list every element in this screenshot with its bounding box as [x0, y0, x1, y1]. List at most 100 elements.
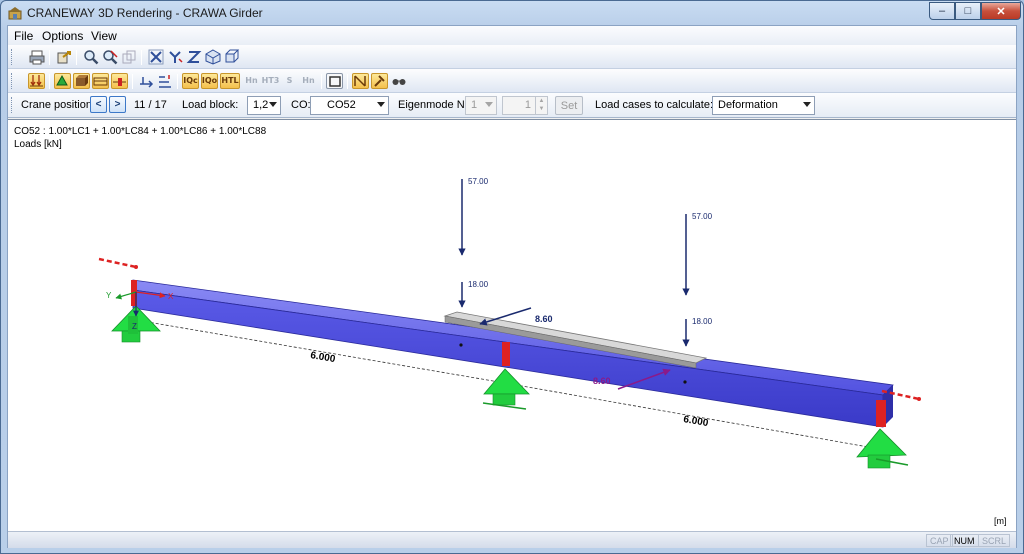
- chevron-down-icon: [485, 102, 493, 107]
- value-label-7[interactable]: Hn: [300, 73, 317, 89]
- title-bar[interactable]: CRANEWAY 3D Rendering - CRAWA Girder – □…: [1, 1, 1023, 25]
- value-label-4[interactable]: Hn: [243, 73, 260, 89]
- axis-x-label: X: [168, 292, 174, 301]
- copy-view-icon[interactable]: [120, 49, 137, 65]
- zoom-icon[interactable]: [82, 49, 99, 65]
- load-value-horizontal-right: 8.60: [593, 376, 611, 386]
- perspective-icon[interactable]: [223, 49, 240, 65]
- toolbar-grip: [11, 49, 14, 65]
- client-area: File Options View IQc IQo HTL Hn HT3 S H…: [7, 25, 1017, 548]
- loads-unit-text: Loads [kN]: [14, 139, 62, 150]
- value-label-2[interactable]: IQo: [201, 73, 218, 89]
- member-axes-icon[interactable]: [137, 73, 154, 89]
- zoom-reset-icon[interactable]: [101, 49, 118, 65]
- separator: [177, 74, 178, 89]
- caps-lock-indicator: CAP: [926, 534, 953, 547]
- vertical-load-3[interactable]: 57.00: [682, 212, 713, 296]
- toolbar-display: IQc IQo HTL Hn HT3 S Hn: [8, 69, 1016, 93]
- render-wire-icon[interactable]: [92, 73, 109, 89]
- spinner-arrows-icon[interactable]: ▲ ▼: [535, 97, 547, 114]
- menu-bar: File Options View: [8, 26, 1016, 45]
- end-marker-left: [98, 257, 138, 269]
- eigenmode-spinner-value: 1: [524, 99, 531, 111]
- num-lock-indicator: NUM: [950, 534, 979, 547]
- eigenmode-select[interactable]: 1: [465, 96, 497, 115]
- active-display-icon[interactable]: [352, 73, 369, 89]
- chevron-down-icon: [803, 102, 811, 107]
- load-value-57-left: 57.00: [468, 177, 489, 186]
- view-z-icon[interactable]: [185, 49, 202, 65]
- value-label-3[interactable]: HTL: [220, 73, 240, 89]
- separator: [76, 50, 77, 65]
- support-middle[interactable]: [482, 368, 530, 410]
- window-title: CRANEWAY 3D Rendering - CRAWA Girder: [27, 6, 263, 20]
- vertical-load-1[interactable]: 57.00: [458, 177, 489, 256]
- status-bar: CAP NUM SCRL: [8, 531, 1016, 548]
- eigenmode-label: Eigenmode No.: [398, 99, 474, 111]
- support-right[interactable]: [856, 428, 909, 469]
- eigenmode-spinner[interactable]: 1 ▲ ▼: [502, 96, 548, 115]
- menu-options[interactable]: Options: [42, 29, 83, 43]
- load-value-57-right: 57.00: [692, 212, 713, 221]
- menu-view[interactable]: View: [91, 29, 117, 43]
- co-value: CO52: [327, 99, 356, 111]
- load-value-horizontal-left: 8.60: [535, 314, 553, 324]
- value-label-6[interactable]: S: [281, 73, 298, 89]
- print-icon[interactable]: [28, 49, 45, 65]
- render-solid-icon[interactable]: [73, 73, 90, 89]
- previous-position-button[interactable]: <: [90, 96, 107, 113]
- load-value-18-right: 18.00: [692, 317, 713, 326]
- view-neg-y-icon[interactable]: [166, 49, 183, 65]
- scroll-lock-indicator: SCRL: [978, 534, 1011, 547]
- export-icon[interactable]: [55, 49, 72, 65]
- load-cases-label: Load cases to calculate:: [595, 99, 714, 111]
- separator: [321, 74, 322, 89]
- minimize-button[interactable]: –: [929, 2, 955, 20]
- menu-file[interactable]: File: [14, 29, 33, 43]
- load-point: [683, 380, 687, 384]
- value-label-5[interactable]: HT3: [262, 73, 280, 89]
- axis-y-label: Y: [106, 291, 112, 300]
- show-results-icon[interactable]: [111, 73, 128, 89]
- load-block-value: 1,2: [253, 99, 269, 111]
- set-button[interactable]: Set: [555, 96, 583, 115]
- 3d-scene[interactable]: CO52 : 1.00*LC1 + 1.00*LC84 + 1.00*LC86 …: [8, 120, 1016, 531]
- axis-z-label: Z: [132, 322, 137, 331]
- separator: [49, 50, 50, 65]
- show-loads-icon[interactable]: [28, 73, 45, 89]
- value-label-1[interactable]: IQc: [182, 73, 199, 89]
- span-dimension-1: 6.000: [310, 350, 337, 365]
- stiffener-right: [876, 400, 886, 427]
- load-block-select[interactable]: 1,2: [247, 96, 281, 115]
- load-cases-select[interactable]: Deformation: [712, 96, 815, 115]
- frame-icon[interactable]: [326, 73, 343, 89]
- load-value-18-left: 18.00: [468, 280, 489, 289]
- 3d-viewport[interactable]: CO52 : 1.00*LC1 + 1.00*LC84 + 1.00*LC86 …: [8, 119, 1016, 531]
- chevron-down-icon: [269, 102, 277, 107]
- sections-icon[interactable]: [156, 73, 173, 89]
- next-position-button[interactable]: >: [109, 96, 126, 113]
- application-window: CRANEWAY 3D Rendering - CRAWA Girder – □…: [0, 0, 1024, 554]
- co-select[interactable]: CO52: [310, 96, 389, 115]
- toolbar-grip: [11, 97, 14, 113]
- close-button[interactable]: ✕: [981, 2, 1021, 20]
- load-cases-value: Deformation: [718, 99, 778, 111]
- load-point: [459, 343, 463, 347]
- pin-icon[interactable]: [371, 73, 388, 89]
- crane-position-label: Crane position:: [21, 99, 95, 111]
- glasses-icon[interactable]: [390, 73, 407, 89]
- isometric-icon[interactable]: [204, 49, 221, 65]
- maximize-button[interactable]: □: [955, 2, 981, 20]
- unit-label: [m]: [994, 516, 1007, 526]
- show-supports-icon[interactable]: [54, 73, 71, 89]
- combination-text: CO52 : 1.00*LC1 + 1.00*LC84 + 1.00*LC86 …: [14, 126, 267, 137]
- span-dimension-2: 6.000: [683, 414, 710, 429]
- load-block-label: Load block:: [182, 99, 239, 111]
- eigenmode-value: 1: [471, 99, 478, 111]
- vertical-load-2[interactable]: 18.00: [458, 280, 489, 308]
- stiffener-middle: [502, 342, 510, 366]
- vertical-load-4[interactable]: 18.00: [682, 317, 713, 347]
- chevron-down-icon: [377, 102, 385, 107]
- crane-controls-bar: Crane position: < > 11 / 17 Load block: …: [8, 93, 1016, 118]
- view-x-icon[interactable]: [147, 49, 164, 65]
